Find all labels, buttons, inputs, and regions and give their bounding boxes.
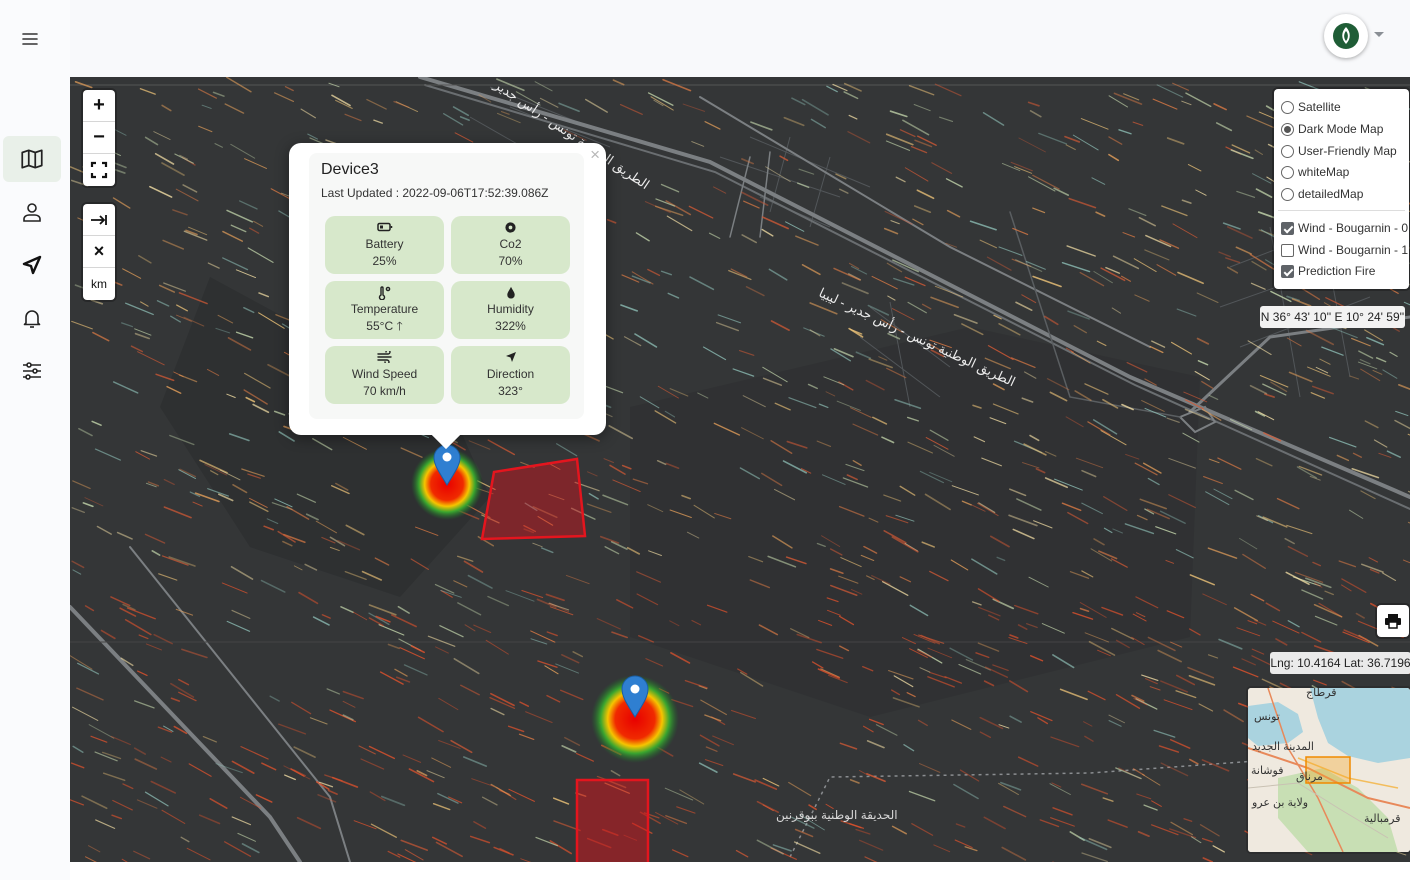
layer-label: Prediction Fire bbox=[1298, 264, 1376, 278]
tile-co2: Co2 70% bbox=[451, 216, 570, 274]
print-button[interactable] bbox=[1377, 605, 1409, 637]
popup-close-button[interactable]: × bbox=[590, 146, 600, 164]
minimap-label: مرناق bbox=[1296, 771, 1323, 783]
popup-content: Device3 Last Updated : 2022-09-06T17:52:… bbox=[309, 153, 584, 419]
checkbox[interactable] bbox=[1281, 264, 1294, 278]
tile-battery-value: 25% bbox=[372, 253, 397, 268]
tile-direction-label: Direction bbox=[486, 366, 535, 381]
layer-label: Satellite bbox=[1298, 100, 1341, 114]
layer-label: User-Friendly Map bbox=[1298, 144, 1397, 158]
tile-temperature-value: 55°C 🡑 bbox=[366, 318, 403, 333]
co2-gear-icon bbox=[504, 221, 517, 236]
radio-button[interactable] bbox=[1281, 165, 1294, 179]
layer-control-panel: Satellite Dark Mode Map User-Friendly Ma… bbox=[1274, 89, 1409, 289]
layer-label: detailedMap bbox=[1298, 187, 1364, 201]
tile-direction-value: 323° bbox=[498, 383, 523, 398]
radio-button[interactable] bbox=[1281, 122, 1294, 136]
base-layer-user-friendly[interactable]: User-Friendly Map bbox=[1281, 142, 1397, 160]
tile-wind-speed-value: 70 km/h bbox=[363, 383, 406, 398]
map-view[interactable]: الطريق الوطنية تونس - رأس جدير - ليبيا ا… bbox=[70, 77, 1410, 862]
user-menu-caret-icon[interactable] bbox=[1374, 32, 1384, 37]
unit-toggle-button[interactable]: km bbox=[83, 268, 115, 300]
overlay-wind-0[interactable]: Wind - Bougarnin - 0 bbox=[1281, 219, 1408, 237]
measure-clear-button[interactable]: × bbox=[83, 236, 115, 268]
minimap-label: المدينة الجديد bbox=[1252, 741, 1314, 753]
tile-wind-speed: Wind Speed 70 km/h bbox=[325, 346, 444, 404]
zoom-out-button[interactable]: − bbox=[83, 122, 115, 154]
layer-label: whiteMap bbox=[1298, 165, 1350, 179]
minimap-label: تونس bbox=[1254, 711, 1280, 723]
radio-button[interactable] bbox=[1281, 187, 1294, 201]
tile-humidity-value: 322% bbox=[495, 318, 526, 333]
tile-direction: Direction 323° bbox=[451, 346, 570, 404]
device-popup: × Device3 Last Updated : 2022-09-06T17:5… bbox=[289, 143, 606, 450]
map-canvas bbox=[70, 77, 1410, 862]
minimap[interactable]: تونس المدينة الجديد مرناق ولاية بن عرو ق… bbox=[1248, 688, 1410, 852]
overlay-wind-1[interactable]: Wind - Bougarnin - 1 bbox=[1281, 241, 1408, 259]
layer-label: Wind - Bougarnin - 0 bbox=[1298, 221, 1409, 235]
hamburger-menu-icon[interactable] bbox=[20, 28, 42, 50]
top-header bbox=[70, 0, 1410, 77]
user-icon bbox=[23, 203, 41, 222]
zoom-controls: + − bbox=[83, 90, 115, 186]
base-layer-satellite[interactable]: Satellite bbox=[1281, 98, 1341, 116]
tile-battery: Battery 25% bbox=[325, 216, 444, 274]
overlay-prediction-fire[interactable]: Prediction Fire bbox=[1281, 262, 1375, 280]
checkbox[interactable] bbox=[1281, 243, 1294, 257]
tile-temperature: Temperature 55°C 🡑 bbox=[325, 281, 444, 339]
radio-button[interactable] bbox=[1281, 100, 1294, 114]
checkbox[interactable] bbox=[1281, 221, 1294, 235]
app-root: الطريق الوطنية تونس - رأس جدير - ليبيا ا… bbox=[0, 0, 1410, 880]
user-avatar-logo[interactable] bbox=[1324, 14, 1368, 58]
last-updated-text: Last Updated : 2022-09-06T17:52:39.086Z bbox=[321, 186, 549, 200]
sidebar-item-notifications[interactable] bbox=[3, 295, 61, 341]
tile-temperature-label: Temperature bbox=[350, 301, 419, 316]
tile-battery-label: Battery bbox=[365, 236, 404, 251]
layers-divider bbox=[1278, 210, 1405, 211]
direction-arrow-icon bbox=[505, 351, 517, 366]
send-icon bbox=[22, 255, 42, 275]
sidebar-item-map[interactable] bbox=[3, 136, 61, 182]
leaf-logo-icon bbox=[1333, 23, 1359, 49]
minimap-label: قرطاج bbox=[1306, 688, 1337, 699]
printer-icon bbox=[1385, 614, 1401, 629]
metric-tiles: Battery 25% Co2 70% Temperature 55°C 🡑 H… bbox=[325, 216, 570, 404]
cursor-position: Lng: 10.4164 Lat: 36.7196 bbox=[1270, 652, 1410, 674]
fullscreen-button[interactable] bbox=[83, 154, 115, 186]
sliders-icon bbox=[23, 362, 41, 380]
sidebar bbox=[0, 0, 70, 880]
radio-button[interactable] bbox=[1281, 144, 1294, 158]
fullscreen-icon bbox=[90, 161, 108, 179]
base-layer-detailed[interactable]: detailedMap bbox=[1281, 185, 1363, 203]
measure-controls: × km bbox=[83, 204, 115, 300]
minimap-label: قرمبالية bbox=[1364, 813, 1401, 825]
measure-button[interactable] bbox=[83, 204, 115, 236]
layer-label: Wind - Bougarnin - 1 bbox=[1298, 243, 1409, 257]
tile-co2-label: Co2 bbox=[499, 236, 522, 251]
droplet-icon bbox=[505, 286, 517, 301]
minimap-label: فوشانة bbox=[1251, 765, 1284, 777]
arrow-to-bar-icon bbox=[91, 214, 107, 225]
minimap-label: ولاية بن عرو bbox=[1252, 797, 1309, 809]
park-label: الحديقة الوطنية ببوقرنين bbox=[776, 808, 898, 822]
battery-icon bbox=[376, 221, 393, 236]
device-title: Device3 bbox=[321, 161, 379, 178]
bell-icon bbox=[23, 310, 41, 328]
wind-icon bbox=[376, 348, 393, 366]
base-layer-white[interactable]: whiteMap bbox=[1281, 163, 1349, 181]
thermometer-icon bbox=[377, 285, 393, 301]
zoom-in-button[interactable]: + bbox=[83, 90, 115, 122]
layer-label: Dark Mode Map bbox=[1298, 122, 1384, 136]
sidebar-item-settings[interactable] bbox=[3, 348, 61, 394]
dms-coordinates: N 36° 43' 10'' E 10° 24' 59'' bbox=[1260, 306, 1405, 328]
map-icon bbox=[21, 149, 43, 169]
tile-wind-speed-label: Wind Speed bbox=[351, 366, 418, 381]
sidebar-item-users[interactable] bbox=[3, 189, 61, 235]
tile-humidity-label: Humidity bbox=[487, 301, 534, 316]
sidebar-item-send[interactable] bbox=[3, 242, 61, 288]
base-layer-dark-mode[interactable]: Dark Mode Map bbox=[1281, 120, 1383, 138]
tile-humidity: Humidity 322% bbox=[451, 281, 570, 339]
tile-co2-value: 70% bbox=[498, 253, 523, 268]
